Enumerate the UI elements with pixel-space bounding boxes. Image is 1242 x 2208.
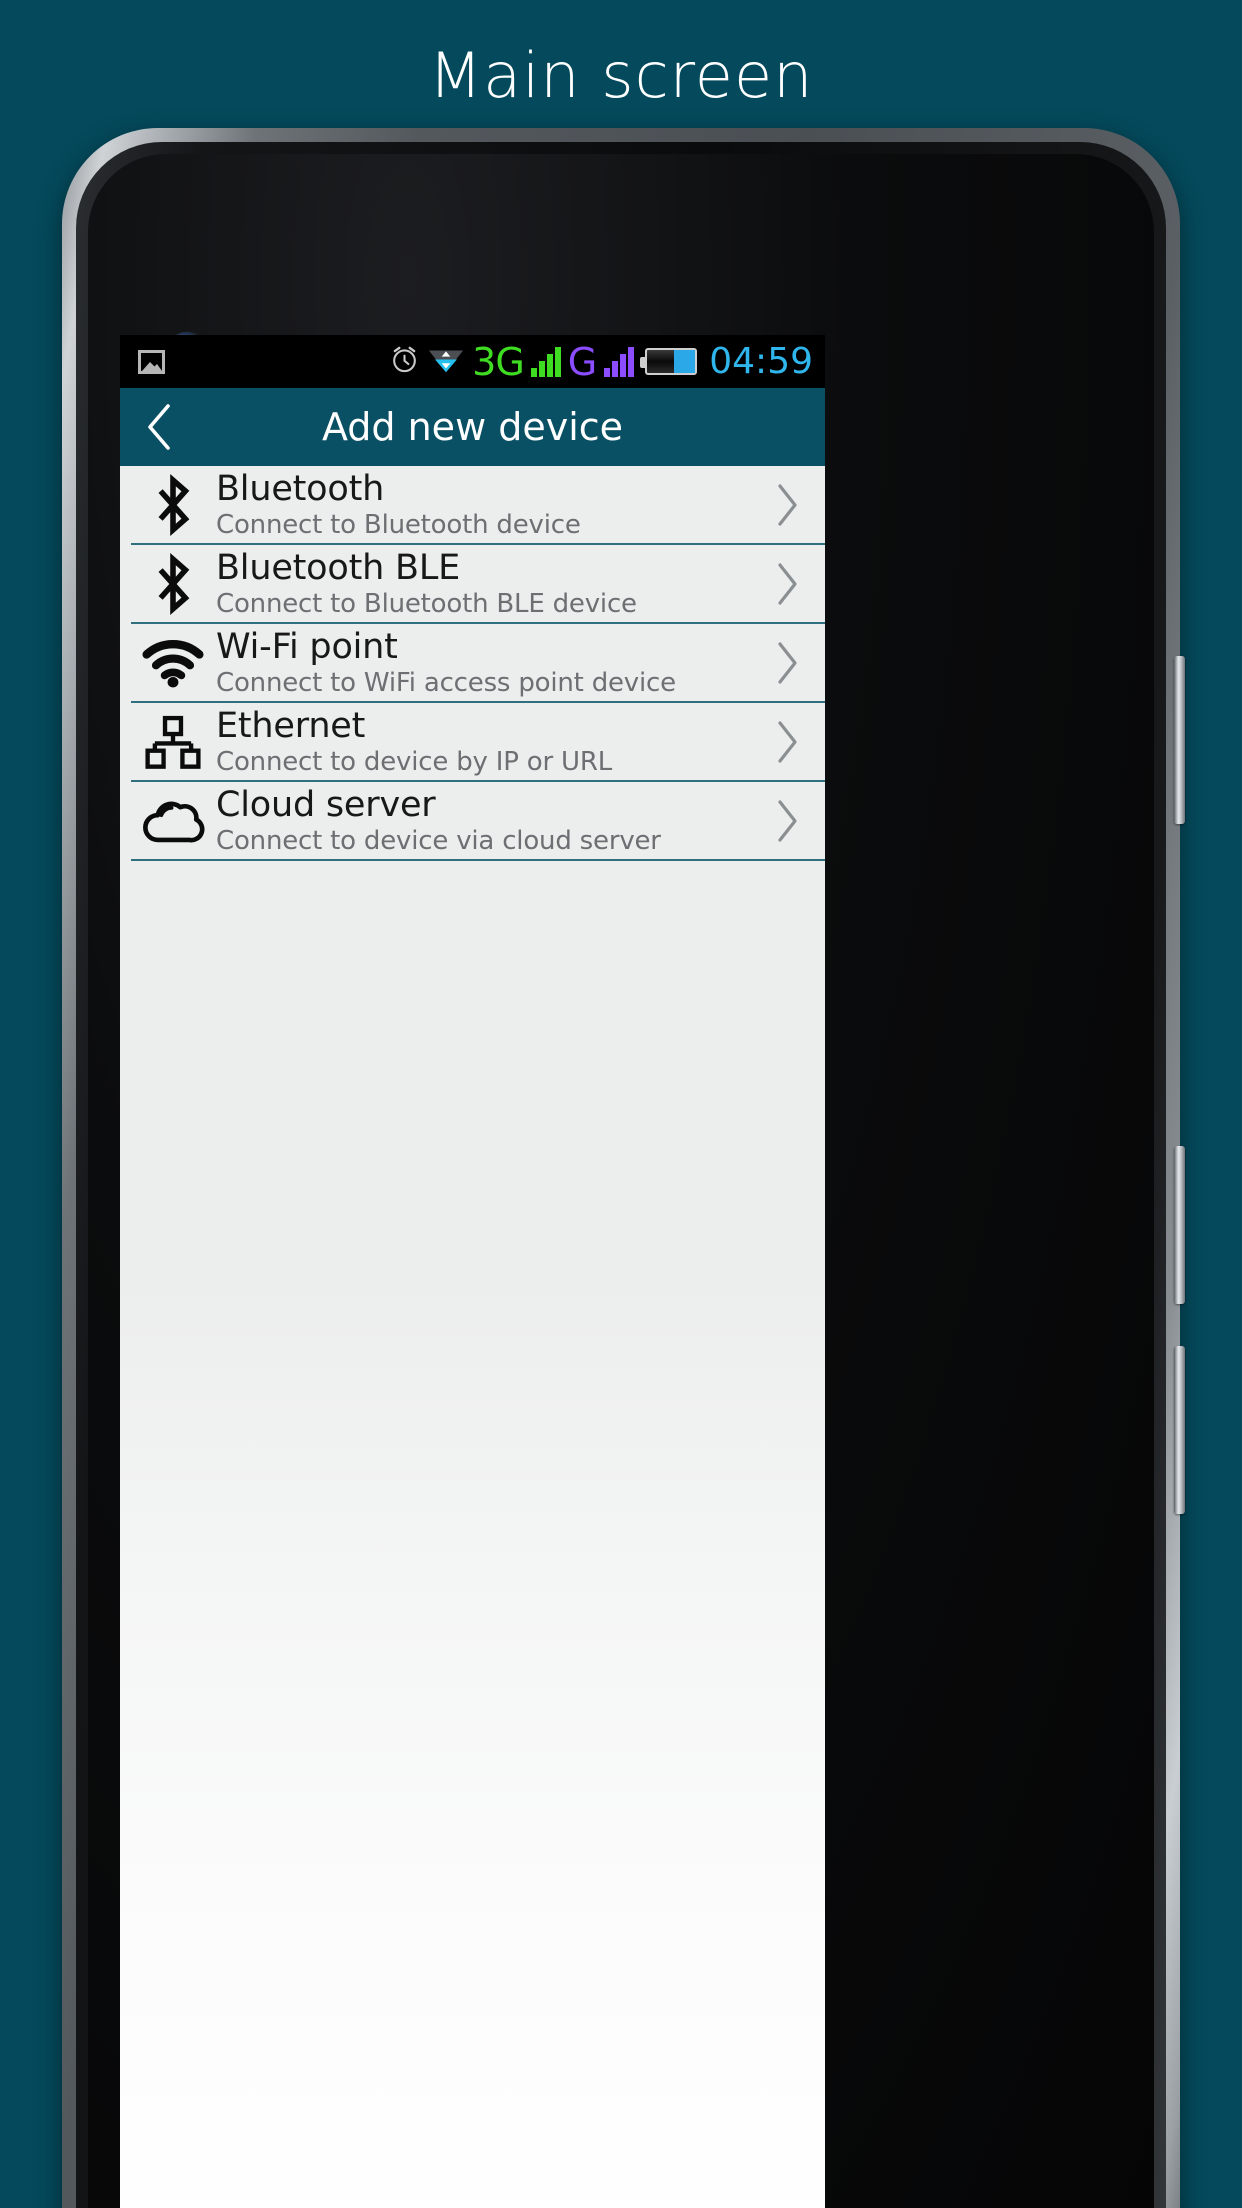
list-item-title: Bluetooth: [216, 468, 385, 509]
list-item-bluetooth[interactable]: Bluetooth Connect to Bluetooth device: [131, 466, 825, 545]
list-item-subtitle: Connect to Bluetooth BLE device: [216, 588, 637, 619]
list-item-text: Ethernet Connect to device by IP or URL: [215, 706, 753, 778]
bluetooth-icon: [131, 473, 215, 536]
status-bar-clock: 04:59: [709, 340, 813, 382]
list-item-text: Bluetooth Connect to Bluetooth device: [215, 469, 753, 541]
chevron-right-icon[interactable]: [753, 481, 821, 529]
list-item-wifi-point[interactable]: Wi-Fi point Connect to WiFi access point…: [131, 624, 825, 703]
cloud-icon: [131, 797, 215, 845]
list-item-subtitle: Connect to Bluetooth device: [216, 509, 581, 540]
network-3g-label: 3G: [472, 339, 525, 384]
signal-bars-g-icon: [604, 346, 635, 377]
list-item-title: Cloud server: [216, 784, 436, 825]
list-item-subtitle: Connect to device via cloud server: [216, 825, 661, 856]
alarm-icon: [389, 344, 420, 380]
list-item-title: Ethernet: [216, 705, 366, 746]
bluetooth-icon: [131, 552, 215, 615]
chevron-right-icon[interactable]: [753, 718, 821, 766]
chevron-right-icon[interactable]: [753, 560, 821, 608]
status-bar-right: 3G G 04:59: [389, 343, 813, 381]
list-item-text: Wi-Fi point Connect to WiFi access point…: [215, 627, 753, 699]
volume-up-button[interactable]: [1174, 1146, 1185, 1304]
list-item-cloud-server[interactable]: Cloud server Connect to device via cloud…: [131, 782, 825, 861]
list-item-ethernet[interactable]: Ethernet Connect to device by IP or URL: [131, 703, 825, 782]
phone-mockup: 3G G 04:59 Add new device Bluetooth Conn…: [62, 128, 1185, 2208]
status-bar: 3G G 04:59: [120, 335, 825, 388]
power-button[interactable]: [1174, 656, 1185, 824]
network-g-label: G: [567, 339, 598, 384]
chevron-right-icon[interactable]: [753, 797, 821, 845]
app-bar: Add new device: [120, 388, 825, 466]
volume-down-button[interactable]: [1174, 1346, 1185, 1514]
list-item-text: Bluetooth BLE Connect to Bluetooth BLE d…: [215, 548, 753, 620]
signal-bars-3g-icon: [530, 346, 561, 377]
wifi-icon: [131, 638, 215, 688]
list-item-bluetooth-ble[interactable]: Bluetooth BLE Connect to Bluetooth BLE d…: [131, 545, 825, 624]
chevron-left-icon: [148, 404, 170, 450]
status-bar-left: [138, 349, 389, 374]
ethernet-icon: [131, 714, 215, 770]
battery-icon: [640, 348, 698, 375]
list-item-text: Cloud server Connect to device via cloud…: [215, 785, 753, 857]
list-item-title: Bluetooth BLE: [216, 547, 461, 588]
page-title: Main screen: [428, 39, 814, 112]
device-list: Bluetooth Connect to Bluetooth device Bl…: [120, 466, 825, 2208]
list-item-title: Wi-Fi point: [216, 626, 398, 667]
screenshot-image-icon: [138, 349, 165, 374]
app-bar-title: Add new device: [321, 405, 624, 449]
chevron-right-icon[interactable]: [753, 639, 821, 687]
back-button[interactable]: [120, 388, 198, 466]
wifi-icon: [427, 344, 465, 379]
list-item-subtitle: Connect to device by IP or URL: [216, 746, 613, 777]
list-item-subtitle: Connect to WiFi access point device: [216, 667, 676, 698]
phone-face: 3G G 04:59 Add new device Bluetooth Conn…: [88, 154, 1154, 2208]
phone-screen: 3G G 04:59 Add new device Bluetooth Conn…: [120, 335, 825, 2208]
